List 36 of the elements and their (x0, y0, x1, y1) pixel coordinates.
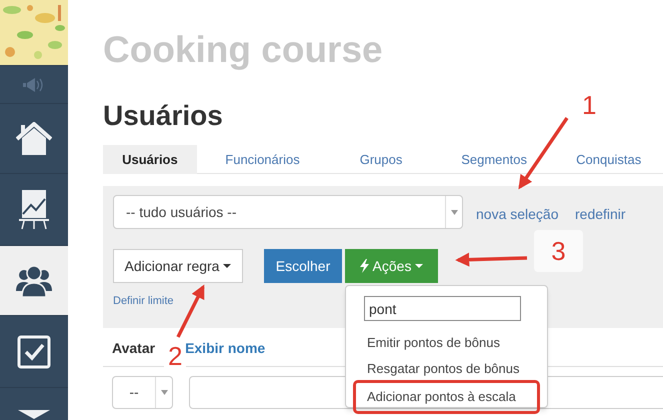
page-title: Usuários (103, 99, 223, 133)
new-selection-link[interactable]: nova seleção (476, 204, 559, 225)
menu-item[interactable]: Resgatar pontos de bônus (353, 354, 540, 380)
easel-chart-icon (19, 190, 49, 230)
caret-icon (450, 210, 458, 214)
column-header: Avatar (112, 339, 156, 358)
annotation-number: 3 (534, 230, 583, 272)
tab[interactable]: Funcionários (196, 145, 328, 174)
tab[interactable]: Grupos (328, 145, 434, 174)
user-select[interactable]: -- tudo usuários -- (113, 195, 463, 229)
tab[interactable]: Segmentos (434, 145, 554, 174)
tab[interactable]: Conquistas (554, 145, 663, 174)
home-icon (16, 122, 52, 156)
reset-link[interactable]: redefinir (575, 204, 626, 225)
menu-item[interactable]: Emitir pontos de bônus (353, 328, 540, 354)
menu-item[interactable]: Adicionar pontos à escala (353, 380, 540, 414)
mail-icon (17, 410, 51, 420)
annotation-number: 1 (582, 89, 596, 122)
sidebar-item[interactable] (0, 387, 68, 420)
speaker-icon (23, 78, 45, 92)
caret-icon (223, 264, 232, 268)
users-icon (16, 264, 52, 296)
avatar-filter-select[interactable]: -- (112, 376, 173, 409)
choose-button[interactable]: Escolher (264, 249, 342, 283)
lightning-icon (360, 259, 369, 273)
tab[interactable]: Usuários (103, 145, 197, 174)
add-rule-button[interactable]: Adicionar regra (113, 249, 243, 283)
menu-search-field[interactable]: pont (364, 296, 521, 321)
caret-icon (160, 390, 168, 395)
annotation-arrow (176, 284, 205, 338)
checkbox-icon (17, 334, 51, 368)
caret-icon (415, 264, 424, 268)
column-header[interactable]: Exibir nome (185, 338, 266, 359)
set-limit-link[interactable]: Definir limite (113, 293, 174, 310)
sidebar-item[interactable] (0, 245, 68, 315)
actions-button[interactable]: Ações (345, 249, 438, 283)
